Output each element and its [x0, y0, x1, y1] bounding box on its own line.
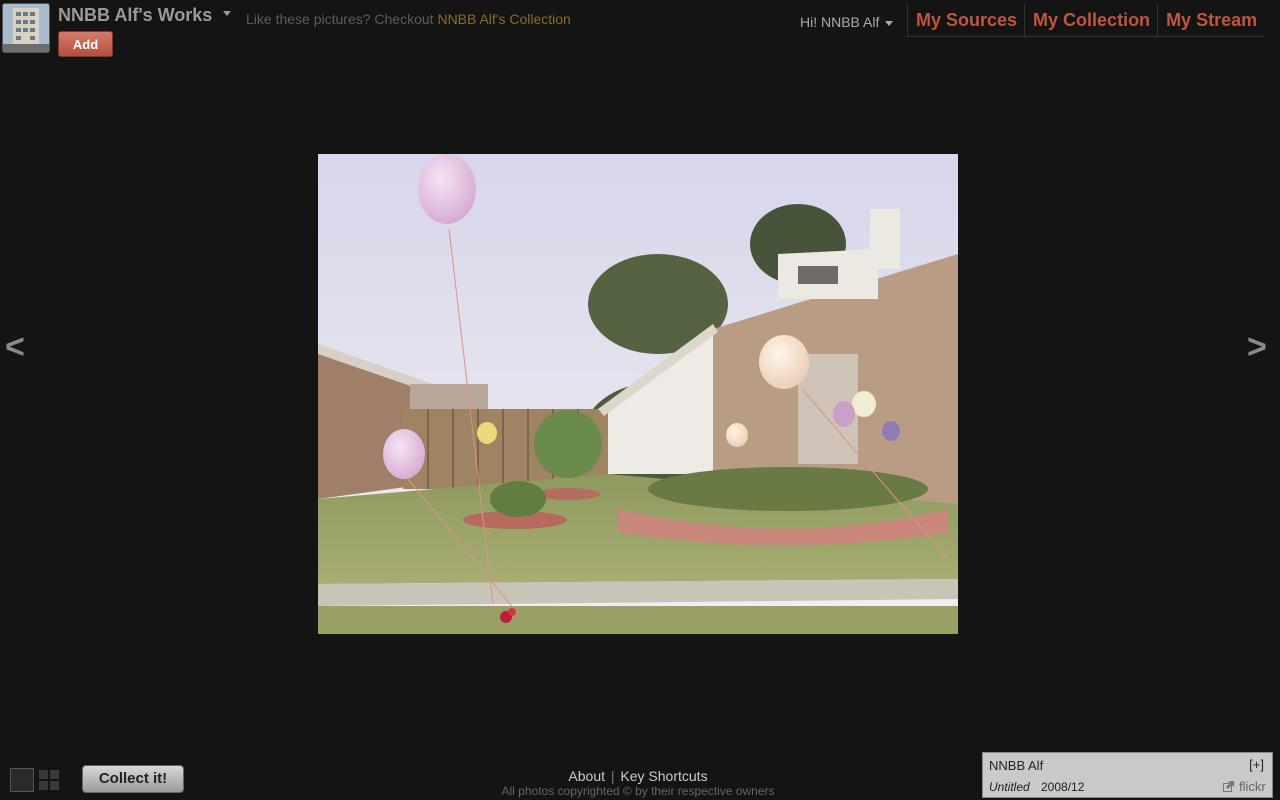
nav-my-collection[interactable]: My Collection [1024, 4, 1157, 36]
main-photo[interactable] [318, 154, 958, 634]
previous-photo-button[interactable]: < [5, 328, 25, 367]
photo-date: 2008/12 [1041, 780, 1085, 794]
external-link-icon[interactable] [1223, 781, 1234, 792]
site-avatar[interactable] [2, 3, 50, 53]
nav-my-sources[interactable]: My Sources [907, 4, 1024, 36]
photo-title: Untitled [989, 780, 1030, 794]
user-menu-chevron-down-icon[interactable] [885, 21, 893, 26]
user-greeting[interactable]: Hi! NNBB Alf [800, 14, 879, 30]
footer-separator: | [610, 768, 615, 784]
add-button[interactable]: Add [58, 31, 113, 57]
photo-info-panel: NNBB Alf [+] Untitled 2008/12 flickr [982, 752, 1273, 798]
expand-info-button[interactable]: [+] [1249, 757, 1264, 772]
collection-link[interactable]: NNBB Alf's Collection [437, 11, 570, 27]
promo-label: Like these pictures? Checkout [246, 11, 438, 27]
about-link[interactable]: About [568, 768, 605, 784]
promo-text: Like these pictures? Checkout NNBB Alf's… [246, 11, 571, 27]
site-title[interactable]: NNBB Alf's Works [58, 5, 212, 26]
next-photo-button[interactable]: > [1247, 328, 1267, 367]
photo-author[interactable]: NNBB Alf [989, 758, 1043, 773]
photo-source[interactable]: flickr [1239, 779, 1266, 794]
nav-my-stream[interactable]: My Stream [1157, 4, 1264, 36]
main-nav: My Sources My Collection My Stream [907, 4, 1265, 37]
chevron-down-icon[interactable] [223, 11, 231, 16]
key-shortcuts-link[interactable]: Key Shortcuts [620, 768, 707, 784]
